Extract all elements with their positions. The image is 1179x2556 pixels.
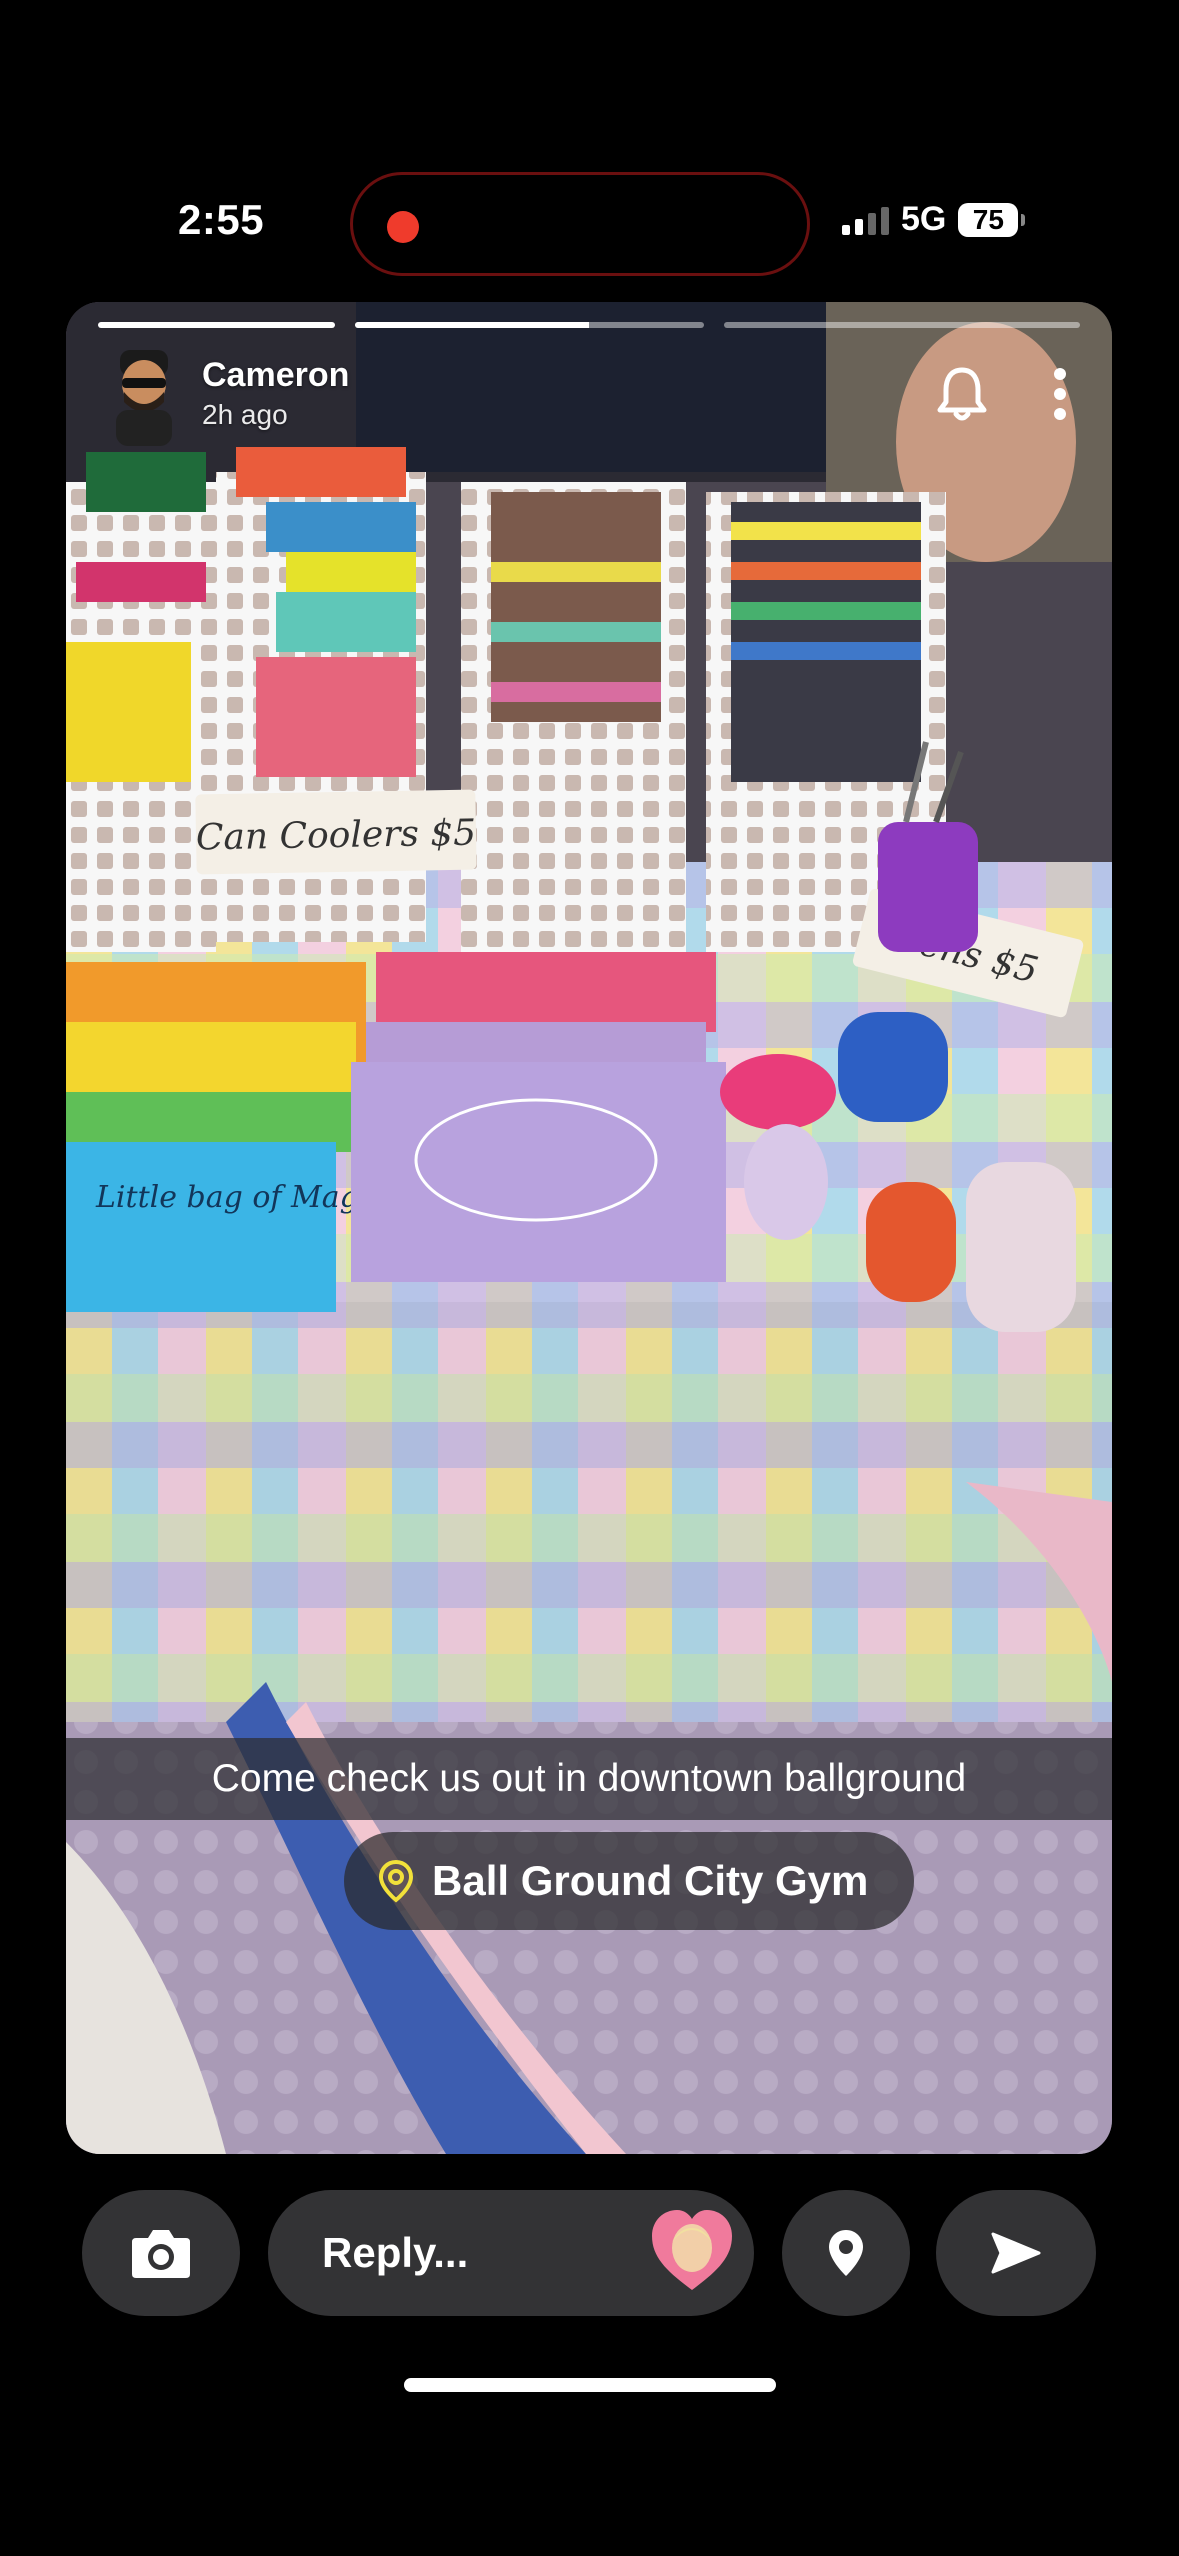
camera-button[interactable] xyxy=(82,2190,240,2316)
reply-placeholder: Reply... xyxy=(322,2229,469,2276)
dynamic-island xyxy=(350,172,810,276)
bag-text: Little bag of Magic xyxy=(95,1180,385,1215)
progress-segment xyxy=(723,322,1080,328)
bitmoji-avatar[interactable] xyxy=(106,350,182,446)
location-name: Ball Ground City Gym xyxy=(432,1857,869,1904)
status-time: 2:55 xyxy=(178,196,265,243)
home-indicator[interactable] xyxy=(404,2378,776,2392)
story-view[interactable]: Can Coolers $5 Pens $5 Little bag of Mag… xyxy=(66,302,1112,2154)
heart-bitmoji-icon[interactable] xyxy=(648,2206,736,2296)
signal-strength-icon xyxy=(842,205,889,235)
location-sticker[interactable]: Ball Ground City Gym xyxy=(344,1832,915,1930)
location-button[interactable] xyxy=(782,2190,910,2316)
story-username[interactable]: Cameron xyxy=(202,356,349,395)
more-options-icon[interactable] xyxy=(1050,364,1070,424)
reply-input[interactable]: Reply... xyxy=(268,2190,754,2316)
story-caption: Come check us out in downtown ballground xyxy=(66,1738,1112,1820)
progress-segment xyxy=(98,322,336,328)
send-arrow-icon xyxy=(991,2232,1041,2274)
location-pin-icon xyxy=(378,1859,414,1903)
network-type: 5G xyxy=(901,200,947,238)
sign-can-coolers: Can Coolers $5 xyxy=(196,813,477,859)
map-pin-icon xyxy=(829,2230,863,2276)
bell-icon[interactable] xyxy=(934,364,990,424)
camera-icon xyxy=(132,2230,190,2278)
status-indicators: 5G 75 xyxy=(842,200,1026,239)
progress-segment xyxy=(355,322,704,328)
send-button[interactable] xyxy=(936,2190,1096,2316)
battery-level: 75 xyxy=(958,202,1026,237)
story-header[interactable]: Cameron 2h ago xyxy=(106,350,349,446)
story-timestamp: 2h ago xyxy=(202,399,288,430)
recording-indicator-icon xyxy=(387,211,419,243)
story-progress xyxy=(98,322,1080,328)
